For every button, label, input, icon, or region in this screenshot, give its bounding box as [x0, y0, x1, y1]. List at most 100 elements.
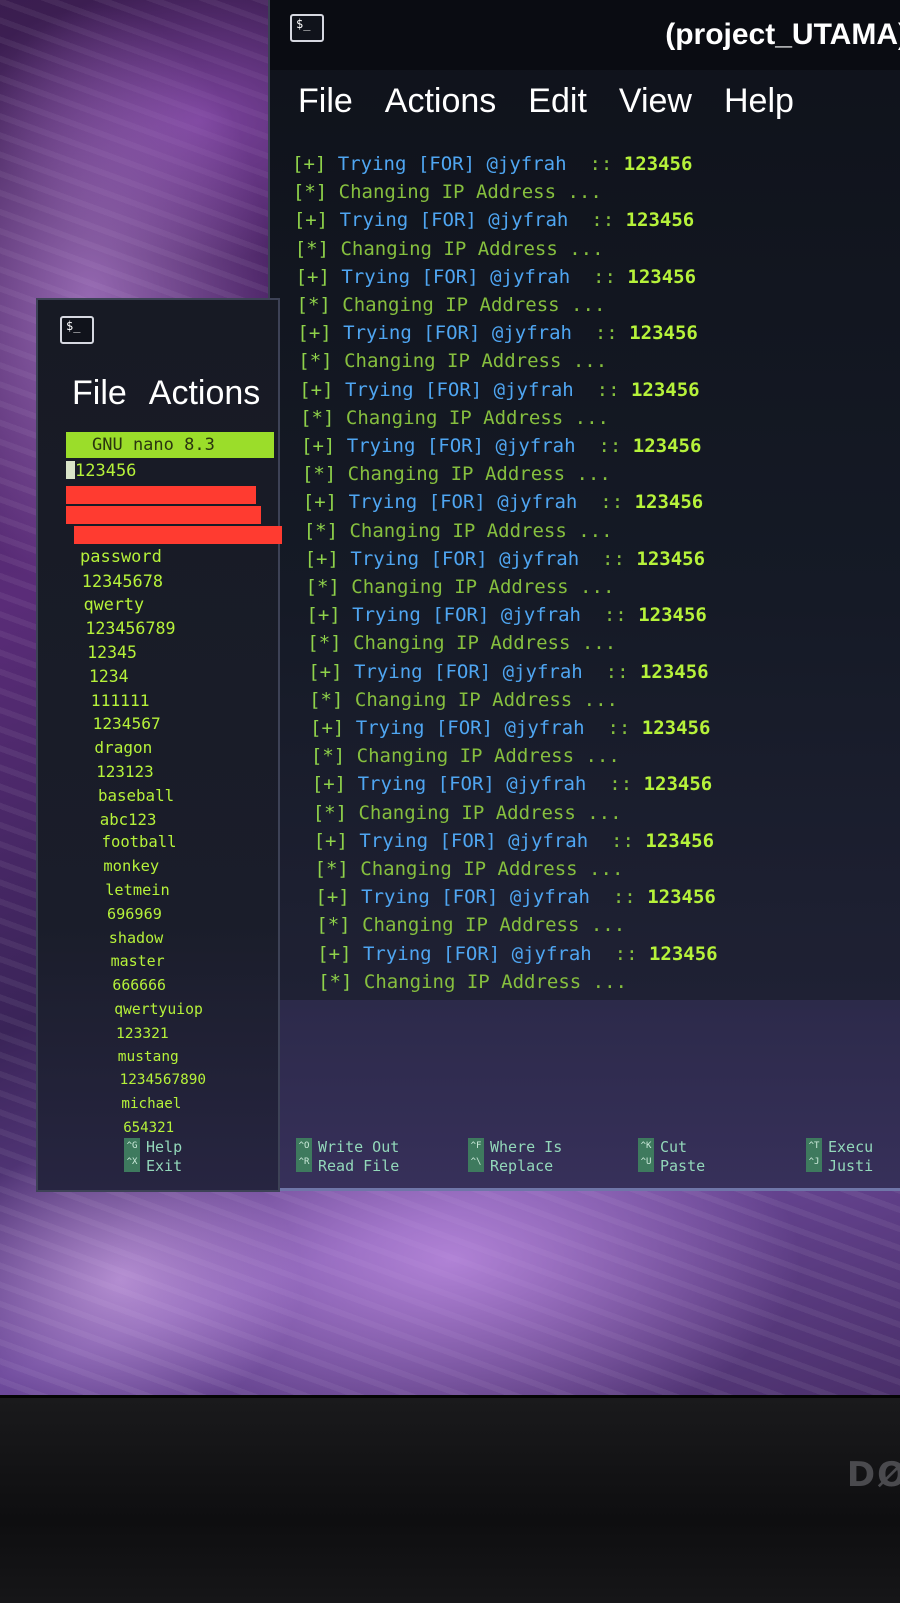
shortcut-label: Paste: [660, 1157, 706, 1175]
log-password-value: 123456: [638, 604, 707, 627]
log-password-value: 123456: [648, 942, 718, 965]
password-entry: football: [101, 833, 177, 852]
log-text: Trying [FOR] @jyfrah: [355, 717, 585, 740]
log-line: [+] Trying [FOR] @jyfrah :: 123456: [292, 432, 892, 460]
log-text: Changing IP Address ...: [347, 463, 611, 486]
log-text: Trying [FOR] @jyfrah: [341, 265, 571, 288]
main-terminal-titlebar[interactable]: $_ (project_UTAMA): [270, 0, 900, 70]
log-text: Trying [FOR] @jyfrah: [361, 886, 590, 909]
password-entry: dragon: [94, 738, 153, 758]
shortcut-key: ^G: [126, 1141, 138, 1151]
log-password-value: 123456: [645, 829, 715, 852]
log-line: [*] Changing IP Address ...: [292, 178, 892, 206]
shortcut-keys: ^O ^R: [296, 1138, 312, 1172]
log-tag: [+]: [301, 435, 336, 458]
password-entry: letmein: [105, 880, 170, 899]
shortcut-label: Replace: [490, 1157, 554, 1175]
nano-header: GNU nano 8.3: [66, 432, 274, 458]
log-line: [+] Trying [FOR] @jyfrah :: 123456: [292, 714, 892, 742]
log-line: [*] Changing IP Address ...: [292, 573, 892, 601]
shortcut-group[interactable]: ^K ^U Cut Paste: [638, 1138, 705, 1176]
log-password-value: 123456: [627, 265, 697, 288]
shortcut-group[interactable]: ^T ^J Execu Justi: [806, 1138, 873, 1176]
shortcut-key: ^J: [808, 1157, 820, 1167]
terminal-output[interactable]: [+] Trying [FOR] @jyfrah :: 123456 [*] Ch…: [292, 150, 892, 1030]
shortcut-group[interactable]: ^F ^\ Where Is Replace: [468, 1138, 562, 1176]
log-tag: [+]: [313, 829, 348, 852]
menu-view[interactable]: View: [619, 82, 692, 120]
log-text: Changing IP Address ...: [351, 576, 615, 599]
shortcut-label: Write Out: [318, 1138, 400, 1156]
password-entry: qwerty: [83, 594, 145, 615]
shortcut-label: Justi: [828, 1157, 874, 1175]
nano-menu-file[interactable]: File: [72, 374, 127, 412]
shortcut-label: Execu: [828, 1138, 874, 1156]
editor-line: 123456: [75, 461, 137, 481]
redaction-bar: [74, 525, 282, 544]
log-text: Trying [FOR] @jyfrah: [353, 660, 583, 683]
log-tag: [+]: [308, 660, 343, 683]
window-title: (project_UTAMA): [665, 18, 900, 51]
nano-menu-actions[interactable]: Actions: [149, 374, 261, 412]
log-line: [*] Changing IP Address ...: [292, 460, 892, 488]
password-entry: baseball: [98, 785, 175, 805]
shortcut-keys: ^F ^\: [468, 1138, 484, 1172]
log-text: Changing IP Address ...: [354, 688, 618, 711]
log-separator: ::: [591, 209, 615, 232]
log-text: Changing IP Address ...: [358, 801, 622, 824]
menu-file[interactable]: File: [298, 82, 353, 120]
password-entry: 12345: [87, 642, 137, 662]
log-tag: [+]: [311, 773, 347, 796]
log-text: Trying [FOR] @jyfrah: [362, 942, 592, 965]
menu-actions[interactable]: Actions: [385, 82, 497, 120]
log-tag: [+]: [293, 209, 329, 232]
log-tag: [*]: [318, 970, 353, 993]
log-separator: ::: [589, 153, 613, 175]
password-entry: 1234567890: [119, 1072, 207, 1089]
brand-logo: DØ: [846, 1455, 900, 1495]
shortcut-key: ^O: [298, 1141, 310, 1151]
log-tag: [+]: [295, 265, 330, 288]
shortcut-group[interactable]: ^O ^R Write Out Read File: [296, 1138, 399, 1176]
shortcut-keys: ^K ^U: [638, 1138, 654, 1172]
password-entry: password: [80, 546, 162, 567]
log-line: [+] Trying [FOR] @jyfrah :: 123456: [292, 658, 892, 686]
log-tag: [+]: [292, 153, 327, 175]
log-tag: [*]: [292, 181, 328, 204]
menu-help[interactable]: Help: [724, 82, 794, 120]
log-text: Trying [FOR] @jyfrah: [352, 604, 581, 627]
log-text: Changing IP Address ...: [338, 181, 602, 204]
log-text: Trying [FOR] @jyfrah: [359, 829, 589, 852]
password-entry: 111111: [90, 690, 150, 710]
log-tag: [*]: [307, 632, 342, 655]
nano-editor[interactable]: 123456 password 12345678 qwerty 123456789 12…: [66, 460, 300, 1141]
log-line: [+] Trying [FOR] @jyfrah :: 123456: [292, 376, 892, 404]
shortcut-label: Cut: [660, 1138, 688, 1156]
log-line: [*] Changing IP Address ...: [292, 291, 892, 319]
password-entry: 1234: [89, 666, 129, 686]
log-text: Changing IP Address ...: [356, 745, 620, 768]
password-entry: master: [110, 952, 165, 971]
main-menubar: File Actions Edit View Help: [298, 82, 826, 121]
log-separator: ::: [611, 829, 634, 852]
log-tag: [*]: [298, 350, 333, 373]
nano-terminal-window[interactable]: $_ File Actions GNU nano 8.3 123456 passw…: [36, 298, 282, 1192]
log-text: Trying [FOR] @jyfrah: [346, 435, 576, 458]
menu-edit[interactable]: Edit: [528, 82, 587, 120]
log-tag: [*]: [312, 801, 348, 824]
terminal-icon: $_: [290, 14, 324, 42]
log-separator: ::: [609, 773, 633, 796]
shortcut-keys: ^G ^X: [124, 1138, 140, 1172]
log-password-value: 123456: [634, 491, 704, 514]
log-text: Trying [FOR] @jyfrah: [357, 773, 587, 796]
log-tag: [*]: [310, 745, 346, 768]
log-line: [*] Changing IP Address ...: [292, 235, 892, 263]
nano-shortcut-bar: ^G ^X Help Exit ^O ^R Write Out Read File ^F ^\ Wh…: [124, 1138, 900, 1182]
log-text: Trying [FOR] @jyfrah: [339, 209, 569, 232]
monitor-bezel: [0, 1395, 900, 1603]
password-entry: 666666: [112, 977, 166, 995]
log-password-value: 123456: [629, 322, 698, 345]
log-text: Changing IP Address ...: [344, 350, 608, 373]
shortcut-group[interactable]: ^G ^X Help Exit: [124, 1138, 182, 1176]
main-terminal-window[interactable]: $_ (project_UTAMA) File Actions Edit View He…: [268, 0, 900, 1023]
